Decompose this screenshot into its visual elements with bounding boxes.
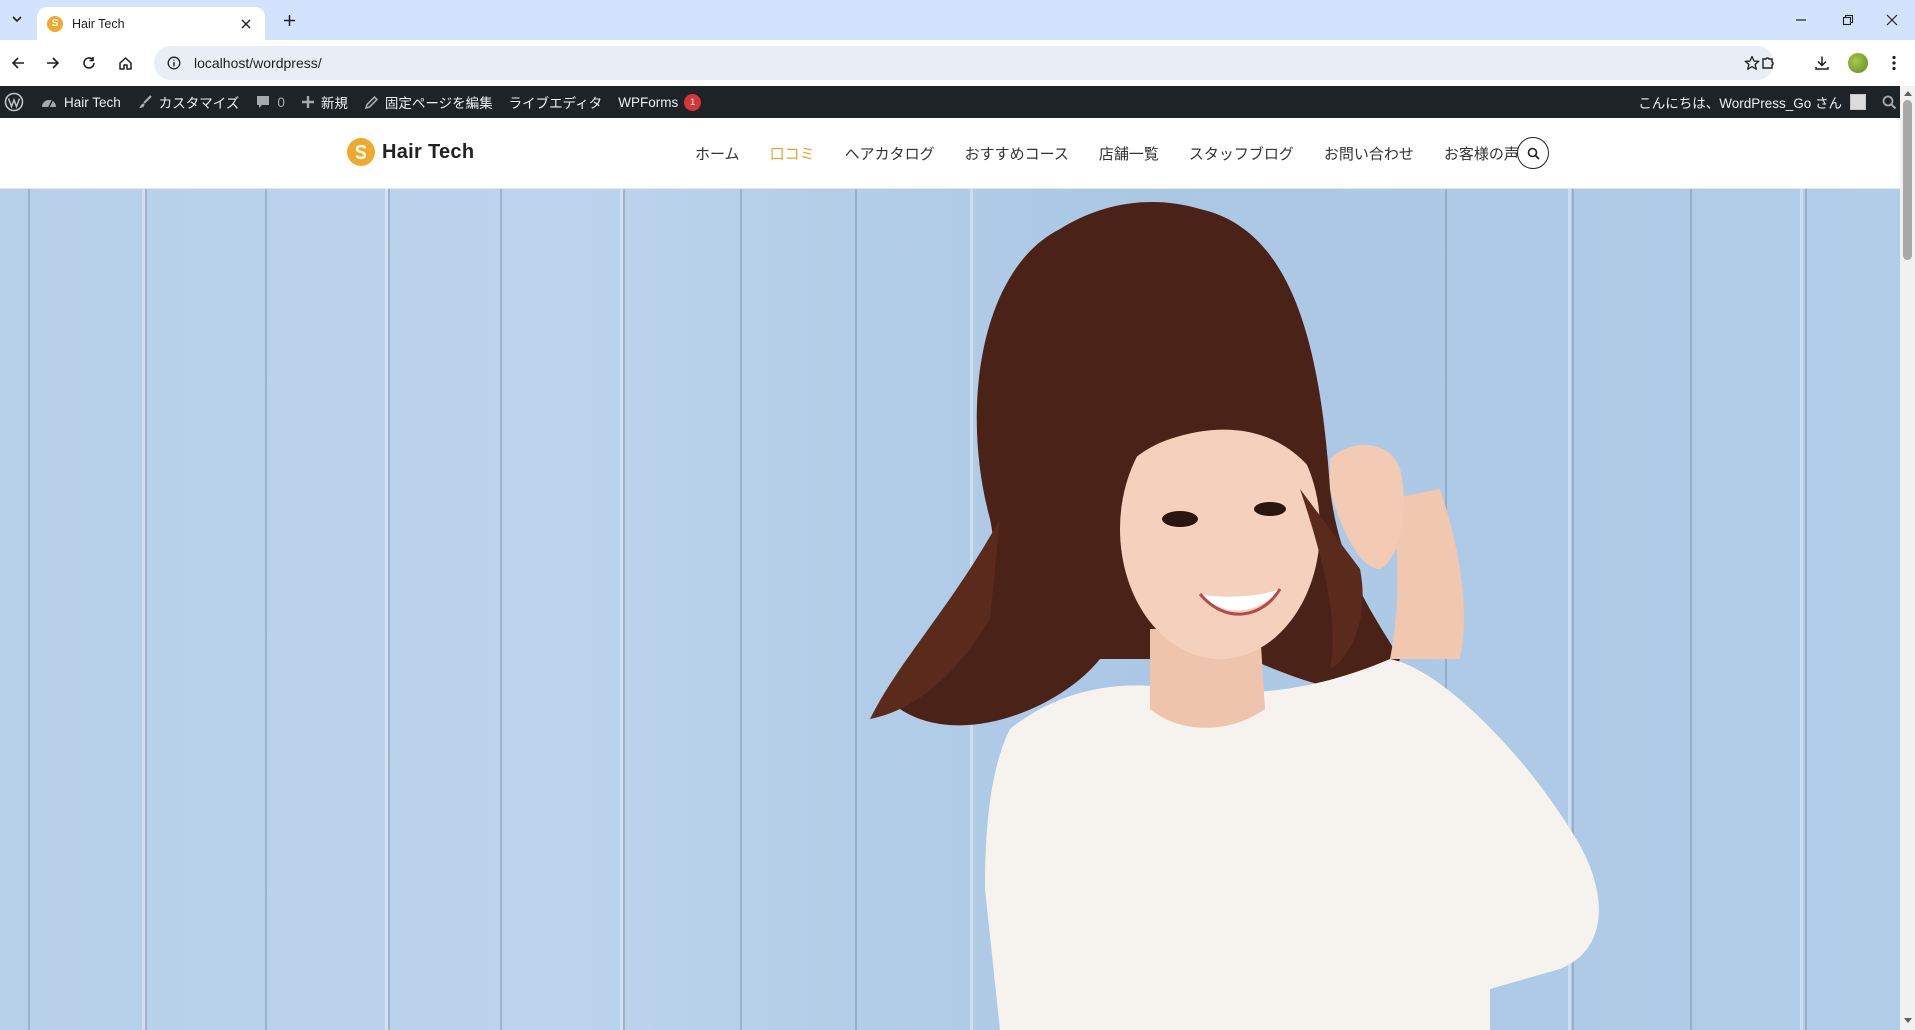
user-avatar [1850, 94, 1866, 110]
browser-tab-active[interactable]: S Hair Tech [37, 7, 265, 40]
site-favicon-icon: S [47, 15, 63, 32]
search-icon [1527, 147, 1540, 160]
woman-portrait-photo [870, 201, 1599, 1030]
adminbar-edit-page-label: 固定ページを編集 [384, 96, 493, 111]
reload-icon[interactable] [77, 51, 101, 75]
adminbar-live-editor-label: ライブエディタ [508, 96, 603, 111]
adminbar-customize[interactable]: カスタマイズ [129, 86, 248, 118]
pencil-icon [364, 95, 379, 110]
comment-bubble-icon [255, 94, 271, 110]
browser-toolbar: localhost/wordpress/ [0, 40, 1915, 86]
adminbar-new[interactable]: 新規 [293, 86, 356, 118]
wp-logo-icon[interactable] [0, 86, 32, 118]
plus-icon [301, 95, 315, 109]
window-close-icon[interactable] [1880, 8, 1904, 32]
nav-item-staff-blog[interactable]: スタッフブログ [1189, 143, 1294, 164]
wpforms-notification-badge: 1 [684, 93, 702, 111]
adminbar-edit-page[interactable]: 固定ページを編集 [356, 86, 501, 118]
tab-close-icon[interactable] [237, 15, 255, 33]
nav-item-home[interactable]: ホーム [695, 143, 740, 164]
scroll-down-arrow-icon[interactable] [1903, 1016, 1912, 1026]
window-restore-icon[interactable] [1836, 8, 1860, 32]
downloads-icon[interactable] [1810, 51, 1834, 75]
adminbar-customize-label: カスタマイズ [158, 96, 240, 111]
adminbar-comments-count: 0 [277, 94, 285, 110]
tab-title: Hair Tech [72, 16, 125, 31]
page-scrollbar[interactable] [1900, 86, 1915, 1030]
url-text: localhost/wordpress/ [194, 55, 322, 71]
nav-item-contact[interactable]: お問い合わせ [1324, 143, 1414, 164]
profile-avatar-icon[interactable] [1846, 51, 1870, 75]
scrollbar-thumb[interactable] [1903, 100, 1912, 260]
adminbar-wpforms[interactable]: WPForms 1 [610, 86, 709, 118]
adminbar-new-label: 新規 [320, 96, 348, 111]
adminbar-comments[interactable]: 0 [247, 86, 293, 118]
adminbar-greeting: こんにちは、WordPress_Go さん [1638, 96, 1842, 111]
hero-image [0, 189, 1900, 1030]
site-search-button[interactable] [1517, 137, 1549, 169]
wp-admin-bar: Hair Tech カスタマイズ 0 新規 固定ページを編集 ライブエディタ W… [0, 86, 1915, 118]
back-arrow-icon[interactable] [6, 51, 30, 75]
home-icon[interactable] [113, 51, 137, 75]
nav-item-hair-catalog[interactable]: ヘアカタログ [845, 143, 935, 164]
global-nav: ホーム 口コミ ヘアカタログ おすすめコース 店舗一覧 スタッフブログ お問い合… [680, 118, 1534, 189]
dashboard-gauge-icon [40, 95, 58, 109]
address-bar[interactable]: localhost/wordpress/ [154, 46, 1774, 80]
adminbar-site-name[interactable]: Hair Tech [32, 86, 129, 118]
site-logo[interactable]: Hair Tech [347, 138, 474, 166]
logo-s-icon [347, 138, 375, 166]
extensions-puzzle-icon[interactable] [1756, 51, 1780, 75]
site-info-icon[interactable] [164, 53, 184, 73]
nav-item-reviews[interactable]: 口コミ [770, 143, 815, 164]
adminbar-wpforms-label: WPForms [618, 94, 679, 110]
tab-search-chevron-icon[interactable] [6, 8, 28, 30]
new-tab-plus-icon[interactable] [278, 9, 300, 31]
nav-item-store-list[interactable]: 店舗一覧 [1099, 143, 1159, 164]
nav-item-recommended-course[interactable]: おすすめコース [965, 143, 1069, 164]
browser-tab-bar: S Hair Tech [0, 0, 1915, 40]
browser-menu-kebab-icon[interactable] [1882, 51, 1906, 75]
paintbrush-icon [137, 94, 153, 110]
scroll-up-arrow-icon[interactable] [1903, 88, 1912, 98]
logo-text: Hair Tech [382, 140, 475, 163]
nav-item-customer-voice[interactable]: お客様の声 [1444, 143, 1519, 164]
window-minimize-icon[interactable] [1789, 8, 1813, 32]
site-header: Hair Tech ホーム 口コミ ヘアカタログ おすすめコース 店舗一覧 スタ… [0, 118, 1900, 189]
forward-arrow-icon[interactable] [41, 51, 65, 75]
adminbar-live-editor[interactable]: ライブエディタ [501, 86, 611, 118]
adminbar-site-name-label: Hair Tech [64, 94, 121, 110]
adminbar-my-account[interactable]: こんにちは、WordPress_Go さん [1630, 86, 1874, 118]
